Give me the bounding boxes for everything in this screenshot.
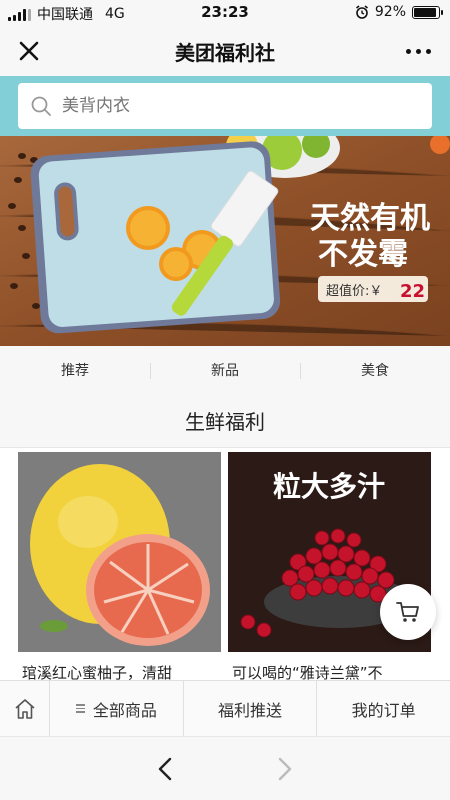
banner-headline-1: 天然有机 — [310, 201, 430, 236]
status-bar: 中国联通 4G 23:23 92% — [0, 0, 450, 26]
all-products-label: 全部商品 — [92, 700, 157, 720]
back-icon[interactable] — [150, 753, 182, 785]
more-icon[interactable] — [398, 36, 438, 66]
search-icon — [31, 96, 51, 116]
my-orders-button[interactable]: 我的订单 — [317, 681, 450, 736]
banner-headline-2: 不发霉 — [318, 237, 408, 272]
search-box[interactable] — [18, 83, 432, 129]
close-icon[interactable] — [14, 36, 44, 66]
welfare-push-button[interactable]: 福利推送 — [184, 681, 318, 736]
section-title: 生鲜福利 — [0, 396, 450, 448]
tab-new[interactable]: 新品 — [150, 346, 300, 396]
status-right: 92% — [355, 4, 443, 20]
banner-image: 天然有机 不发霉 超值价:￥ 22 — [0, 136, 450, 346]
banner-price: 22 — [400, 281, 425, 302]
all-products-button[interactable]: 全部商品 — [50, 681, 184, 736]
browser-toolbar — [0, 736, 450, 800]
product-overlay-text: 粒大多汁 — [273, 470, 385, 503]
product-name: 可以喝的“雅诗兰黛”不 — [232, 664, 383, 680]
welfare-push-label: 福利推送 — [218, 700, 283, 720]
nav-bar: 美团福利社 — [0, 26, 450, 76]
home-icon — [14, 698, 35, 719]
forward-icon[interactable] — [268, 753, 300, 785]
menu-icon — [75, 704, 85, 713]
product-image-pomelo — [18, 452, 221, 652]
product-grid: 琯溪红心蜜柚子，清甜 粒大多汁 可以喝的“雅诗兰黛”不 — [0, 448, 450, 680]
tab-food[interactable]: 美食 — [300, 346, 450, 396]
product-card[interactable]: 琯溪红心蜜柚子，清甜 — [18, 452, 221, 680]
bottom-nav: 全部商品 福利推送 我的订单 — [0, 680, 450, 736]
category-tabs: 推荐 新品 美食 — [0, 346, 450, 396]
tab-recommend[interactable]: 推荐 — [0, 346, 150, 396]
search-input[interactable] — [62, 96, 402, 116]
product-card[interactable]: 粒大多汁 可以喝的“雅诗兰黛”不 — [228, 452, 431, 680]
home-button[interactable] — [0, 681, 50, 736]
banner-price-label: 超值价:￥ — [326, 283, 382, 299]
battery-icon — [412, 5, 443, 19]
search-bar-container — [0, 76, 450, 136]
product-name: 琯溪红心蜜柚子，清甜 — [22, 664, 173, 680]
my-orders-label: 我的订单 — [351, 700, 416, 720]
cart-icon — [396, 602, 419, 622]
promo-banner[interactable]: 天然有机 不发霉 超值价:￥ 22 — [0, 136, 450, 346]
alarm-icon — [355, 5, 368, 19]
cart-button[interactable] — [380, 584, 436, 640]
page-title: 美团福利社 — [175, 41, 275, 65]
battery-percent: 92% — [374, 4, 406, 20]
